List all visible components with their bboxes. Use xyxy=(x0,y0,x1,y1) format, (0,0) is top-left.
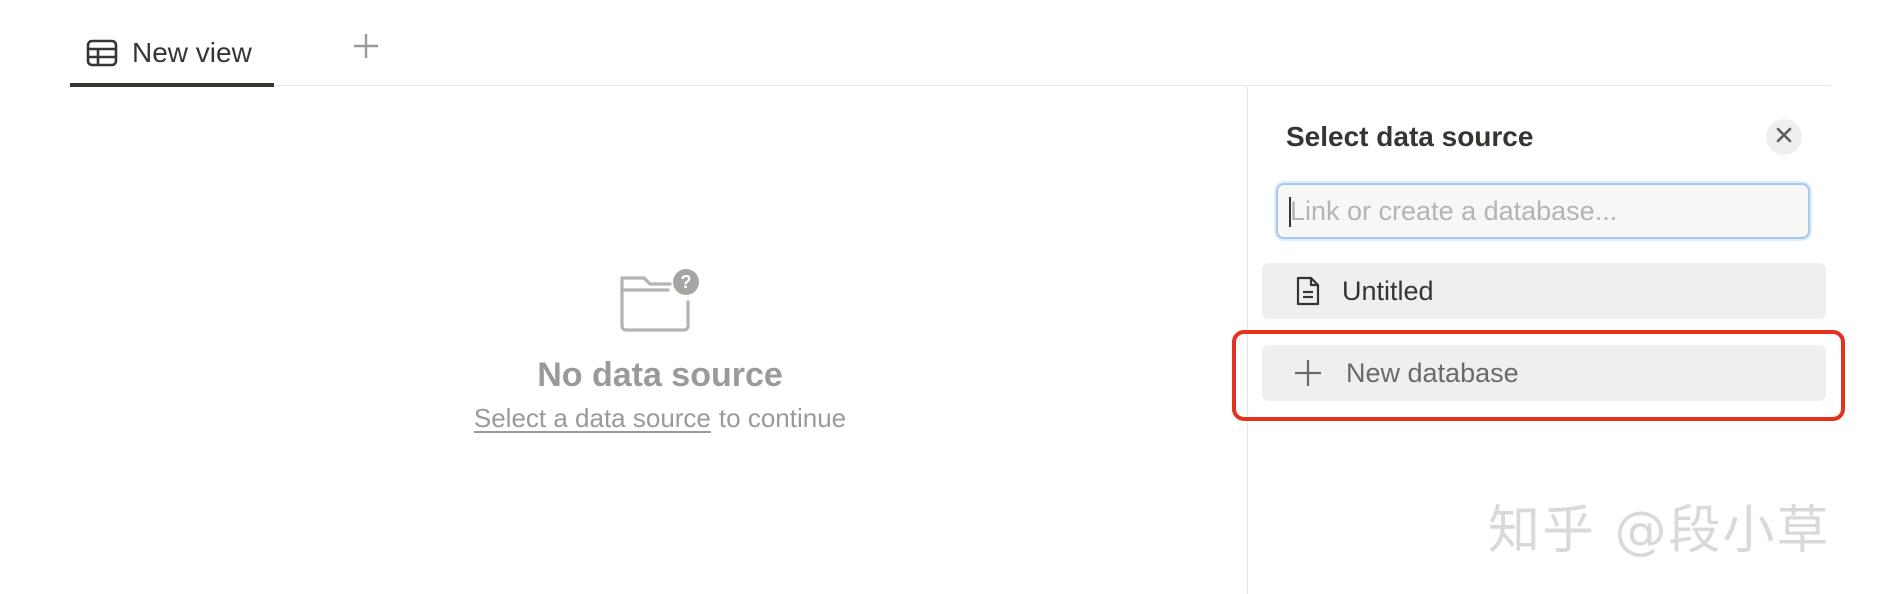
close-button[interactable] xyxy=(1766,119,1802,155)
tab-label: New view xyxy=(132,37,252,68)
list-item-label: Untitled xyxy=(1342,275,1434,306)
text-caret xyxy=(1289,197,1291,227)
empty-state-title: No data source xyxy=(537,356,783,394)
database-search-input[interactable] xyxy=(1278,185,1808,237)
new-database-button[interactable]: New database xyxy=(1262,345,1826,401)
list-item-untitled[interactable]: Untitled xyxy=(1262,263,1826,319)
table-icon xyxy=(86,39,118,72)
view-tab-bar: New view xyxy=(70,0,1830,87)
app-root: New view ? No data source Select a data xyxy=(0,0,1880,594)
select-data-source-link[interactable]: Select a data source xyxy=(474,403,711,433)
add-view-button[interactable] xyxy=(348,30,384,66)
folder-question-icon: ? xyxy=(618,268,702,334)
plus-icon xyxy=(1284,353,1332,393)
active-tab-indicator xyxy=(70,83,274,87)
svg-text:?: ? xyxy=(681,272,692,292)
page-icon xyxy=(1284,271,1332,311)
close-icon xyxy=(1775,126,1793,149)
database-search-box xyxy=(1276,183,1810,239)
panel-title: Select data source xyxy=(1286,121,1534,152)
empty-state: ? No data source Select a data source to … xyxy=(360,268,960,448)
watermark: 知乎 @段小草 xyxy=(1488,501,1831,561)
empty-state-rest-text: to continue xyxy=(718,403,847,433)
tab-new-view[interactable]: New view xyxy=(70,24,274,87)
empty-state-subtitle: Select a data source to continue xyxy=(474,403,846,434)
list-item-label: New database xyxy=(1346,357,1519,388)
plus-icon xyxy=(352,32,380,65)
